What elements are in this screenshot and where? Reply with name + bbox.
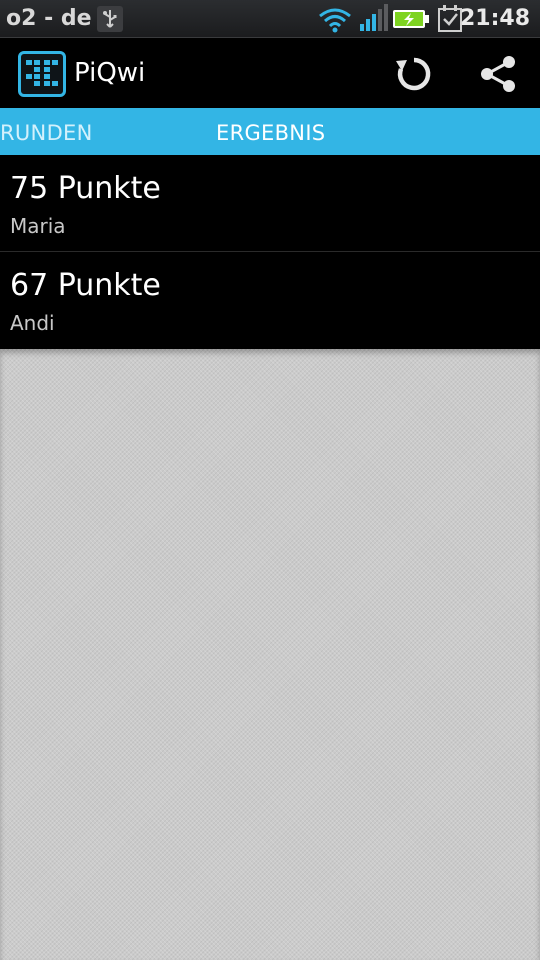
- battery-charging-icon: [393, 10, 429, 28]
- score-label: 75 Punkte: [10, 171, 161, 206]
- tab-runden[interactable]: RUNDEN: [0, 121, 93, 145]
- logo-grid-glyph: [26, 60, 58, 86]
- player-name: Maria: [10, 214, 66, 238]
- result-list: 75 Punkte Maria 67 Punkte Andi: [0, 155, 540, 349]
- tab-ergebnis[interactable]: ERGEBNIS: [216, 121, 325, 145]
- refresh-icon[interactable]: [392, 52, 436, 96]
- usb-icon: [97, 6, 123, 32]
- player-name: Andi: [10, 311, 55, 335]
- app-logo-icon: [18, 51, 66, 97]
- app-title: PiQwi: [74, 58, 146, 88]
- list-item[interactable]: 67 Punkte Andi: [0, 252, 540, 349]
- list-item[interactable]: 75 Punkte Maria: [0, 155, 540, 252]
- wifi-icon: [319, 8, 351, 33]
- signal-icon: [360, 4, 388, 31]
- tab-strip: RUNDEN ERGEBNIS: [0, 108, 540, 155]
- carrier-label: o2 - de: [6, 6, 92, 31]
- share-icon[interactable]: [478, 54, 518, 94]
- screen: o2 - de 21:48 PiQwi RUNDEN ERGEBNIS 75 P…: [0, 0, 540, 960]
- empty-background: [0, 349, 540, 960]
- status-bar: o2 - de 21:48: [0, 0, 540, 38]
- score-label: 67 Punkte: [10, 268, 161, 303]
- clock: 21:48: [459, 6, 530, 31]
- action-bar: PiQwi: [0, 38, 540, 108]
